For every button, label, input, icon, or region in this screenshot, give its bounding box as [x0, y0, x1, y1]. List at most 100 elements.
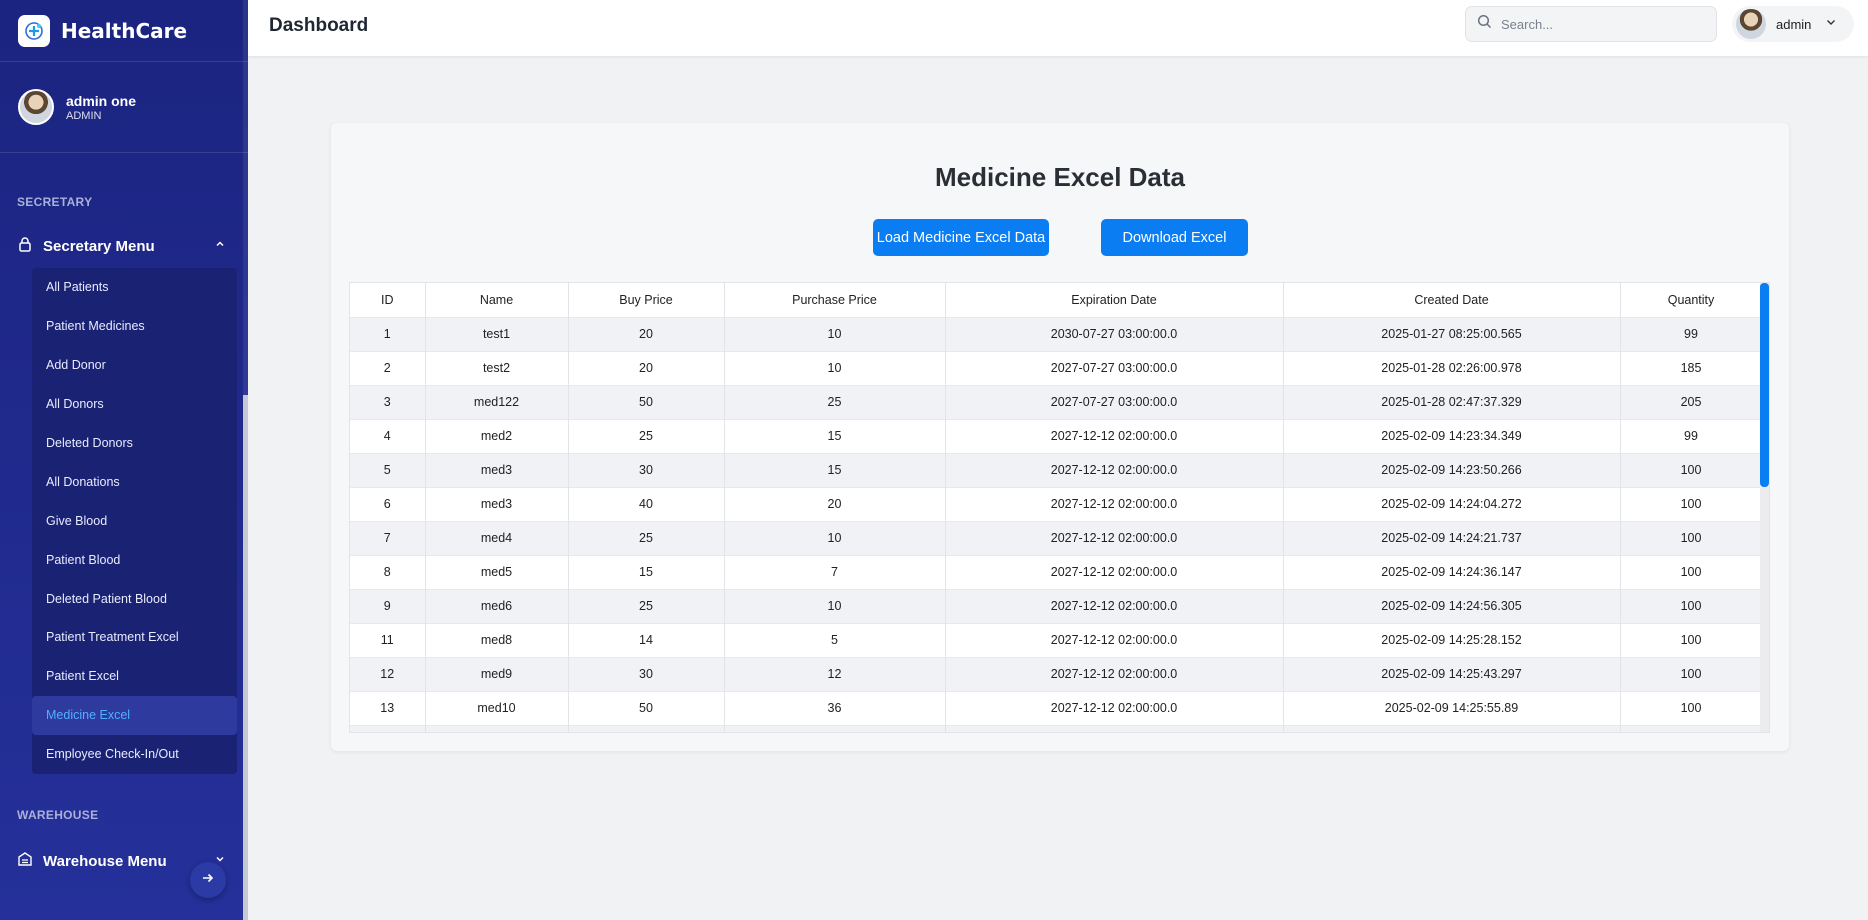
- sidebar-scrollbar-thumb[interactable]: [243, 395, 248, 920]
- table-cell: 3: [350, 384, 426, 419]
- brand-name: HealthCare: [61, 18, 188, 43]
- sidebar-item-patient-medicines[interactable]: Patient Medicines: [32, 307, 237, 346]
- table-cell: 2030-07-27 03:00:00.0: [945, 316, 1284, 351]
- table-cell: 2025-02-09 14:24:21.737: [1283, 520, 1621, 555]
- table-cell: test2: [425, 350, 569, 385]
- table-cell: 2027-07-27 03:00:00.0: [945, 350, 1284, 385]
- table-cell: 99: [1620, 316, 1763, 351]
- table-row[interactable]: 12 med9 30 12 2027-12-12 02:00:00.0 2025-02-0…: [350, 656, 1763, 691]
- sidebar-item-patient-treatment-excel[interactable]: Patient Treatment Excel: [32, 618, 237, 657]
- topbar: Dashboard admin: [248, 0, 1868, 56]
- warehouse-icon: [17, 851, 33, 872]
- search-input[interactable]: [1501, 16, 1701, 32]
- sidebar-item-give-blood[interactable]: Give Blood: [32, 501, 237, 540]
- table-row[interactable]: 7 med4 25 10 2027-12-12 02:00:00.0 2025-02-09…: [350, 520, 1763, 555]
- sidebar-item-employee-check-in-out[interactable]: Employee Check-In/Out: [32, 735, 237, 774]
- sidebar-item-add-donor[interactable]: Add Donor: [32, 346, 237, 385]
- table-row[interactable]: 8 med5 15 7 2027-12-12 02:00:00.0 2025-02-09 …: [350, 554, 1763, 589]
- table-cell: med3: [425, 486, 569, 521]
- table-header-row: ID Name Buy Price Purchase Price Expirat…: [350, 283, 1763, 317]
- table-scrollbar-thumb[interactable]: [1760, 283, 1769, 487]
- table-row[interactable]: 4 med2 25 15 2027-12-12 02:00:00.0 2025-02-09…: [350, 418, 1763, 453]
- sidebar-item-deleted-donors[interactable]: Deleted Donors: [32, 424, 237, 463]
- column-header[interactable]: Quantity: [1620, 283, 1763, 317]
- table-cell: med2: [425, 418, 569, 453]
- table-cell: 15: [568, 554, 725, 589]
- sidebar-item-deleted-patient-blood[interactable]: Deleted Patient Blood: [32, 579, 237, 618]
- table-cell: 5: [724, 622, 946, 657]
- table-cell: 2027-12-12 02:00:00.0: [945, 588, 1284, 623]
- table-cell: [945, 724, 1284, 732]
- table-cell: 100: [1620, 486, 1763, 521]
- table-cell: 2025-02-09 14:24:04.272: [1283, 486, 1621, 521]
- table-cell: 2025-01-27 08:25:00.565: [1283, 316, 1621, 351]
- table-row[interactable]: 3 med122 50 25 2027-07-27 03:00:00.0 2025-01-…: [350, 384, 1763, 419]
- section-label-warehouse: WAREHOUSE: [17, 808, 99, 822]
- table-cell: 5: [350, 452, 426, 487]
- table-cell: 9: [350, 588, 426, 623]
- sidebar-item-all-patients[interactable]: All Patients: [32, 268, 237, 307]
- table-cell: 2025-02-09 14:23:34.349: [1283, 418, 1621, 453]
- secretary-submenu: All Patients Patient Medicines Add Donor…: [32, 268, 237, 774]
- table-cell: med8: [425, 622, 569, 657]
- table-cell: 100: [1620, 452, 1763, 487]
- lock-icon: [17, 236, 33, 257]
- table-cell: 15: [724, 418, 946, 453]
- sidebar-item-patient-excel[interactable]: Patient Excel: [32, 657, 237, 696]
- table-cell: 20: [568, 316, 725, 351]
- table-cell: 2027-07-27 03:00:00.0: [945, 384, 1284, 419]
- column-header[interactable]: Expiration Date: [945, 283, 1284, 317]
- table-cell: [568, 724, 725, 732]
- user-profile[interactable]: admin one ADMIN: [0, 61, 248, 153]
- table-cell: 2025-02-09 14:25:28.152: [1283, 622, 1621, 657]
- brand[interactable]: HealthCare: [0, 0, 248, 61]
- table-cell: 2027-12-12 02:00:00.0: [945, 520, 1284, 555]
- column-header[interactable]: Buy Price: [568, 283, 725, 317]
- table-cell: 2025-02-09 14:24:36.147: [1283, 554, 1621, 589]
- column-header[interactable]: Purchase Price: [724, 283, 946, 317]
- table-cell: 2025-02-09 14:24:56.305: [1283, 588, 1621, 623]
- chevron-down-icon: [1825, 15, 1837, 33]
- user-menu[interactable]: admin: [1732, 6, 1854, 42]
- table-cell: 12: [724, 656, 946, 691]
- table-row[interactable]: [350, 724, 1763, 732]
- search-icon: [1477, 14, 1492, 34]
- secretary-menu-label: Secretary Menu: [43, 237, 155, 255]
- table-cell: 2027-12-12 02:00:00.0: [945, 554, 1284, 589]
- table-cell: [1620, 724, 1763, 732]
- sidebar-item-medicine-excel[interactable]: Medicine Excel: [32, 695, 237, 735]
- table-row[interactable]: 2 test2 20 10 2027-07-27 03:00:00.0 2025-01-2…: [350, 350, 1763, 385]
- table-cell: 2027-12-12 02:00:00.0: [945, 690, 1284, 725]
- collapse-sidebar-button[interactable]: [190, 862, 226, 898]
- medicine-table-container[interactable]: ID Name Buy Price Purchase Price Expirat…: [349, 282, 1770, 733]
- table-cell: 15: [724, 452, 946, 487]
- table-row[interactable]: 13 med10 50 36 2027-12-12 02:00:00.0 2025-02-…: [350, 690, 1763, 725]
- table-cell: 10: [724, 520, 946, 555]
- user-name: admin: [1776, 16, 1812, 32]
- table-cell: test1: [425, 316, 569, 351]
- download-excel-button[interactable]: Download Excel: [1101, 219, 1248, 256]
- secretary-menu-toggle[interactable]: Secretary Menu: [17, 234, 226, 258]
- sidebar-item-patient-blood[interactable]: Patient Blood: [32, 540, 237, 579]
- avatar: [1736, 9, 1766, 39]
- sidebar-item-all-donors[interactable]: All Donors: [32, 385, 237, 424]
- table-cell: 2: [350, 350, 426, 385]
- table-row[interactable]: 1 test1 20 10 2030-07-27 03:00:00.0 2025-01-2…: [350, 316, 1763, 351]
- table-row[interactable]: 6 med3 40 20 2027-12-12 02:00:00.0 2025-02-09…: [350, 486, 1763, 521]
- page-title: Dashboard: [269, 15, 369, 36]
- table-cell: 10: [724, 588, 946, 623]
- column-header[interactable]: Created Date: [1283, 283, 1621, 317]
- search-box[interactable]: [1465, 6, 1717, 42]
- column-header[interactable]: Name: [425, 283, 569, 317]
- table-row[interactable]: 5 med3 30 15 2027-12-12 02:00:00.0 2025-02-09…: [350, 452, 1763, 487]
- table-cell: [425, 724, 569, 732]
- sidebar-item-all-donations[interactable]: All Donations: [32, 462, 237, 501]
- table-cell: 36: [724, 690, 946, 725]
- load-medicine-excel-button[interactable]: Load Medicine Excel Data: [873, 219, 1049, 256]
- table-cell: 13: [350, 690, 426, 725]
- table-cell: 2025-02-09 14:23:50.266: [1283, 452, 1621, 487]
- table-row[interactable]: 11 med8 14 5 2027-12-12 02:00:00.0 2025-02-09…: [350, 622, 1763, 657]
- table-cell: 100: [1620, 520, 1763, 555]
- table-row[interactable]: 9 med6 25 10 2027-12-12 02:00:00.0 2025-02-09…: [350, 588, 1763, 623]
- column-header[interactable]: ID: [350, 283, 426, 317]
